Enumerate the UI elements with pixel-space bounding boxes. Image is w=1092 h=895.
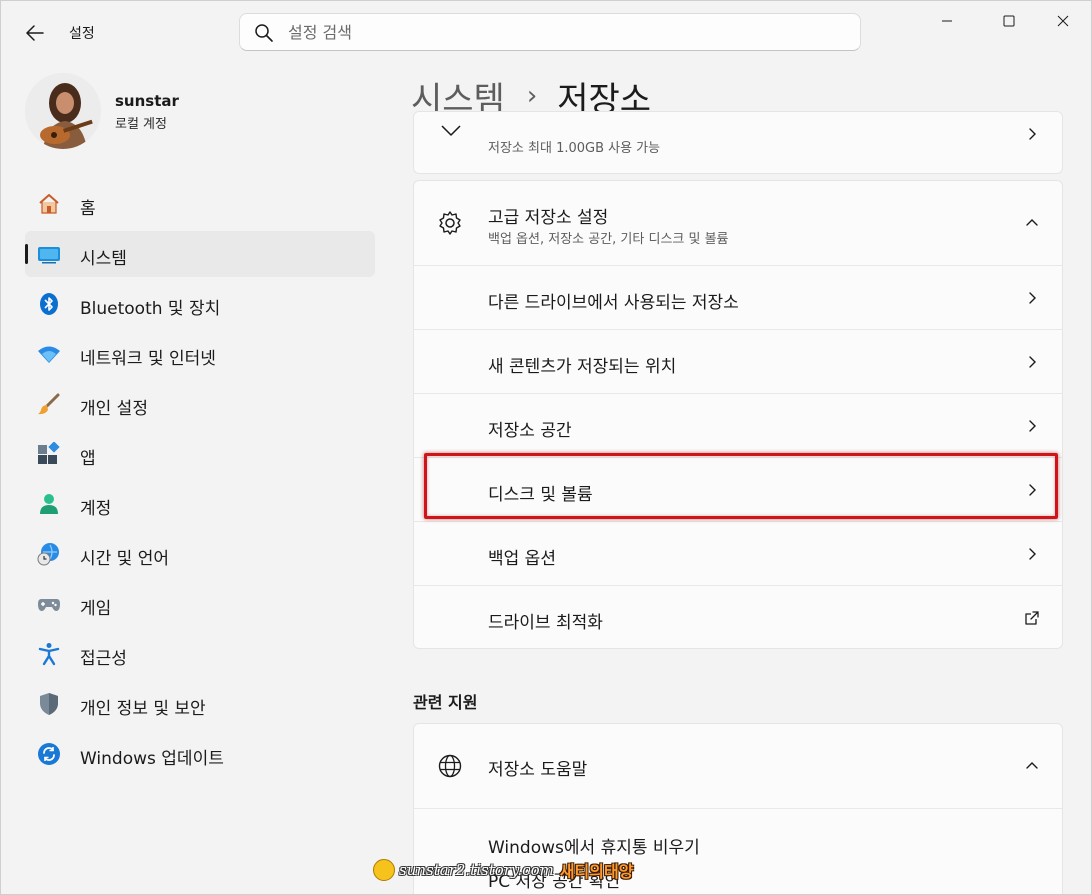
sidebar-item-system[interactable]: 시스템 (25, 231, 375, 277)
row-label: 저장소 공간 (488, 421, 572, 441)
sidebar-item-privacy[interactable]: 개인 정보 및 보안 (25, 681, 375, 727)
sidebar-item-label: 게임 (80, 599, 112, 619)
row-storage-spaces[interactable]: 저장소 공간 (414, 393, 1062, 457)
help-link-empty-recycle-bin[interactable]: Windows에서 휴지통 비우기 (488, 833, 700, 858)
chevron-up-icon (1026, 762, 1038, 769)
advanced-storage-card: 고급 저장소 설정 백업 옵션, 저장소 공간, 기타 디스크 및 볼륨 다른 … (413, 180, 1063, 649)
maximize-button[interactable] (983, 1, 1035, 41)
row-backup-options[interactable]: 백업 옵션 (414, 521, 1062, 585)
back-button[interactable] (19, 17, 51, 49)
app-title: 설정 (69, 26, 95, 42)
shield-icon (37, 692, 61, 716)
smiley-icon (373, 859, 395, 881)
avatar-image-icon (25, 73, 101, 149)
user-name: sunstar (115, 92, 179, 110)
sidebar-item-label: 개인 정보 및 보안 (80, 699, 206, 719)
related-support-title: 관련 지원 (413, 693, 478, 712)
selection-indicator (25, 244, 28, 264)
watermark-name: 새티의태양 (559, 862, 634, 881)
row-label: 다른 드라이브에서 사용되는 저장소 (488, 293, 739, 313)
avatar[interactable] (25, 73, 101, 149)
gamepad-icon (37, 592, 61, 616)
row-other-drives-storage[interactable]: 다른 드라이브에서 사용되는 저장소 (414, 265, 1062, 329)
search-input[interactable] (288, 20, 828, 44)
settings-window: 설정 sunstar 로컬 계정 (0, 0, 1092, 895)
sidebar-item-label: Windows 업데이트 (80, 749, 224, 769)
breadcrumb-separator: › (526, 81, 538, 111)
sidebar-item-time-language[interactable]: 시간 및 언어 (25, 531, 375, 577)
row-label: 백업 옵션 (488, 549, 556, 569)
update-icon (37, 742, 61, 766)
storage-help-title: 저장소 도움말 (488, 760, 588, 780)
chevron-right-icon (1029, 420, 1036, 432)
chevron-right-icon (1029, 292, 1036, 304)
minimize-button[interactable] (921, 1, 973, 41)
sidebar-item-label: 시스템 (80, 249, 127, 269)
wifi-icon (37, 342, 61, 366)
watermark-url: sunstar2.tistory.com (399, 861, 554, 879)
minimize-icon (942, 20, 952, 22)
sidebar-item-label: 앱 (80, 449, 96, 469)
sidebar-item-network[interactable]: 네트워크 및 인터넷 (25, 331, 375, 377)
row-optimize-drives[interactable]: 드라이브 최적화 (414, 585, 1062, 648)
sidebar-item-accessibility[interactable]: 접근성 (25, 631, 375, 677)
back-arrow-icon (26, 25, 44, 41)
chevron-up-icon (1026, 219, 1038, 226)
home-icon (37, 192, 61, 216)
user-profile[interactable]: sunstar 로컬 계정 (25, 73, 365, 149)
sidebar-item-label: 계정 (80, 499, 112, 519)
sidebar-item-accounts[interactable]: 계정 (25, 481, 375, 527)
sidebar-item-personalization[interactable]: 개인 설정 (25, 381, 375, 427)
time-language-icon (37, 542, 61, 566)
row-label: 새 콘텐츠가 저장되는 위치 (488, 357, 677, 377)
system-icon (37, 242, 61, 266)
search-box[interactable] (239, 13, 861, 51)
close-icon (1057, 15, 1069, 27)
brush-icon (37, 392, 61, 416)
external-link-icon (1025, 611, 1039, 625)
account-icon (37, 492, 61, 516)
sidebar-item-label: 네트워크 및 인터넷 (80, 349, 216, 369)
maximize-icon (1003, 15, 1015, 27)
gear-icon (439, 211, 461, 235)
sidebar-item-home[interactable]: 홈 (25, 181, 375, 227)
title-bar: 설정 (1, 1, 1091, 63)
account-type: 로컬 계정 (115, 117, 167, 132)
chevron-right-icon (1029, 356, 1036, 368)
sidebar-item-apps[interactable]: 앱 (25, 431, 375, 477)
storage-sense-icon (441, 125, 461, 136)
advanced-storage-header[interactable]: 고급 저장소 설정 백업 옵션, 저장소 공간, 기타 디스크 및 볼륨 (414, 181, 1062, 265)
sidebar-item-label: 시간 및 언어 (80, 549, 170, 569)
sidebar-item-label: 홈 (80, 199, 96, 219)
close-button[interactable] (1037, 1, 1089, 41)
chevron-right-icon (1029, 128, 1036, 140)
row-new-content-location[interactable]: 새 콘텐츠가 저장되는 위치 (414, 329, 1062, 393)
sidebar-item-label: Bluetooth 및 장치 (80, 299, 221, 319)
row-label: 드라이브 최적화 (488, 613, 603, 633)
chevron-right-icon (1029, 548, 1036, 560)
advanced-storage-subtitle: 백업 옵션, 저장소 공간, 기타 디스크 및 볼륨 (488, 232, 729, 247)
storage-sense-subtitle: 저장소 최대 1.00GB 사용 가능 (488, 141, 661, 156)
bluetooth-icon (37, 292, 61, 316)
sidebar-item-bluetooth[interactable]: Bluetooth 및 장치 (25, 281, 375, 327)
globe-icon (438, 754, 462, 778)
sidebar-nav: 홈 시스템 Bluetooth 및 장치 네트워크 및 인터넷 개인 설정 앱 … (25, 181, 375, 781)
storage-help-header[interactable]: 저장소 도움말 (414, 724, 1062, 808)
apps-icon (37, 442, 61, 466)
watermark: sunstar2.tistory.com 새티의태양 (373, 856, 633, 884)
sidebar-item-windows-update[interactable]: Windows 업데이트 (25, 731, 375, 777)
sidebar-item-gaming[interactable]: 게임 (25, 581, 375, 627)
highlight-frame (424, 453, 1058, 519)
storage-sense-card[interactable]: 저장소 최대 1.00GB 사용 가능 (413, 111, 1063, 174)
sidebar-item-label: 개인 설정 (80, 399, 148, 419)
accessibility-icon (37, 642, 61, 666)
sidebar-item-label: 접근성 (80, 649, 127, 669)
search-icon (255, 24, 273, 42)
advanced-storage-title: 고급 저장소 설정 (488, 208, 609, 228)
